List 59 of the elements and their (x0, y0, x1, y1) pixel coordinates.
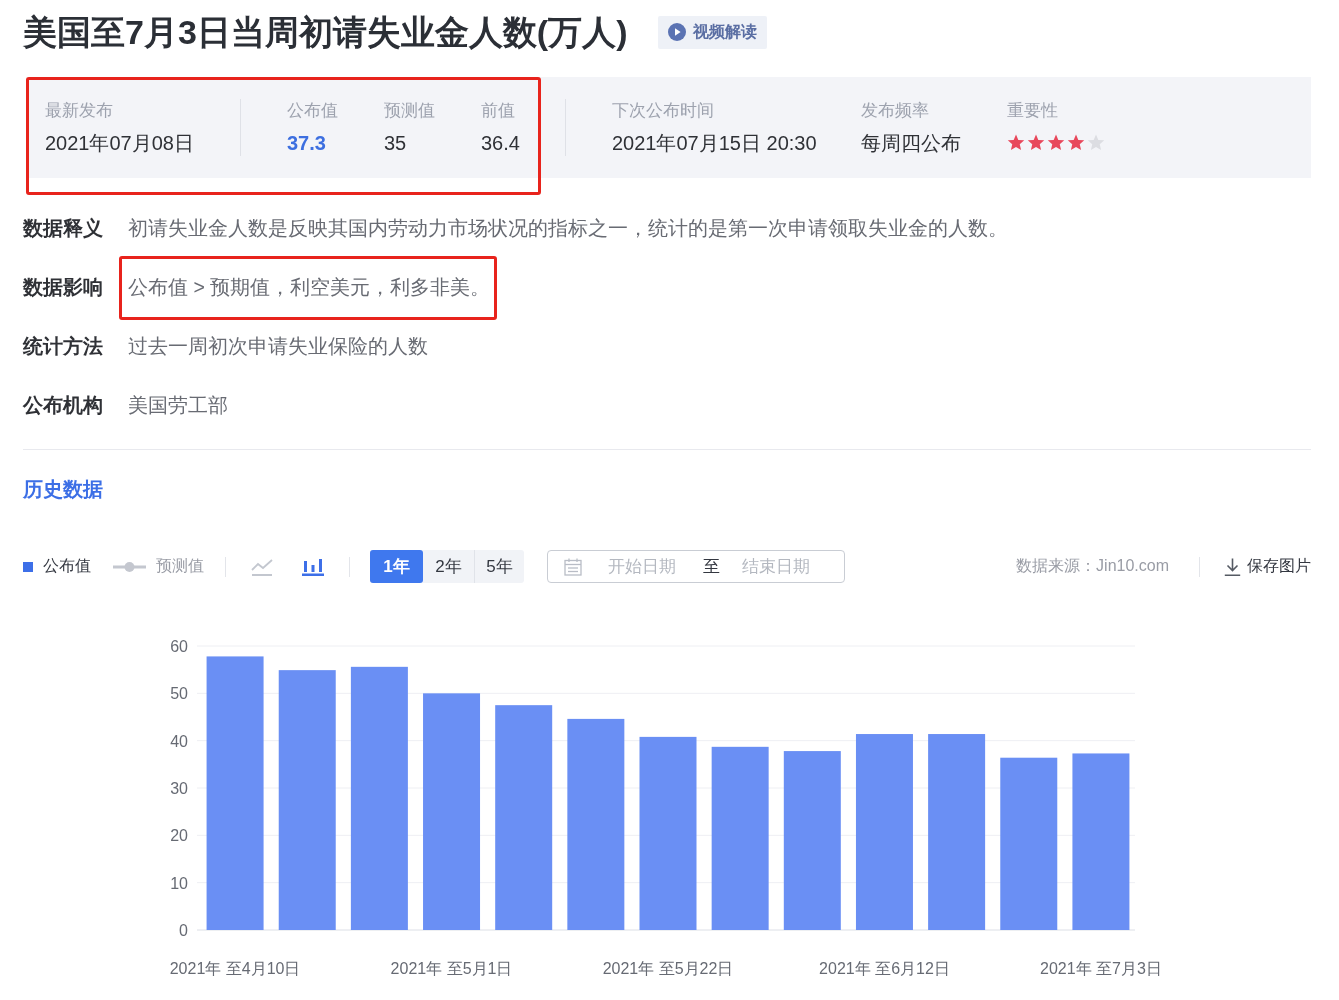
star-icon (1027, 134, 1045, 151)
axis-label: 2021年 至5月22日 (602, 960, 734, 977)
date-range-picker[interactable]: 开始日期 至 结束日期 (547, 550, 845, 583)
axis-label: 2021年 至6月12日 (819, 960, 950, 977)
detail-value: 过去一周初次申请失业保险的人数 (128, 333, 428, 358)
info-label: 重要性 (1007, 100, 1059, 121)
download-icon (1224, 557, 1241, 576)
video-button[interactable]: 视频解读 (658, 15, 768, 49)
axis-label: 40 (170, 732, 188, 750)
info-value: 2021年07月15日 20:30 (612, 130, 818, 155)
axis-label: 20 (170, 827, 188, 845)
star-icon (1067, 134, 1085, 151)
end-date-field[interactable]: 结束日期 (742, 556, 814, 577)
info-label: 下次公布时间 (612, 100, 715, 121)
star-icon (1047, 134, 1065, 151)
bar-chart-icon (302, 557, 324, 576)
legend-item[interactable]: 公布值 (23, 556, 91, 577)
axis-label: 2021年 至4月10日 (169, 960, 301, 977)
legend-swatch-icon (23, 561, 33, 572)
info-value: 每周四公布 (861, 130, 962, 155)
detail-label: 统计方法 (23, 333, 104, 358)
section-title: 历史数据 (23, 477, 104, 501)
range-tab[interactable]: 1年 (370, 550, 423, 583)
info-label: 预测值 (384, 100, 436, 121)
data-source: 数据来源：Jin10.com (1016, 556, 1169, 576)
detail-label: 数据影响 (23, 274, 104, 299)
axis-label: 10 (170, 874, 188, 892)
axis-label: 50 (170, 685, 188, 703)
axis-label: 2021年 至5月1日 (390, 960, 513, 977)
line-chart-icon (251, 557, 273, 576)
detail-label: 公布机构 (23, 392, 104, 417)
legend-line-icon (113, 560, 146, 573)
start-date-field[interactable]: 开始日期 (608, 556, 680, 577)
detail-value: 公布值 > 预期值，利空美元，利多非美。 (128, 274, 491, 299)
page-title: 美国至7月3日当周初请失业金人数(万人) (23, 14, 628, 50)
axis-label: 30 (170, 780, 188, 797)
range-tab[interactable]: 5年 (474, 550, 524, 583)
detail-value: 美国劳工部 (128, 392, 228, 417)
axis-label: 2021年 至7月3日 (1040, 960, 1162, 977)
info-value: 37.3 (287, 130, 327, 155)
axis-label: 60 (170, 638, 188, 655)
detail-value: 初请失业金人数是反映其国内劳动力市场状况的指标之一，统计的是第一次申请领取失业金的人数。 (128, 215, 1008, 240)
calendar-icon (564, 557, 582, 576)
axis-label: 0 (179, 922, 188, 939)
star-icon (1007, 134, 1025, 151)
bar-chart-toggle[interactable] (302, 557, 324, 576)
range-tab[interactable]: 2年 (423, 550, 474, 583)
line-chart-toggle[interactable] (251, 557, 273, 576)
play-icon (668, 23, 687, 41)
info-label: 最新发布 (45, 100, 114, 121)
save-image-button[interactable]: 保存图片 (1224, 556, 1311, 577)
info-label: 公布值 (287, 100, 339, 121)
info-label: 前值 (481, 100, 516, 121)
detail-label: 数据释义 (23, 215, 104, 240)
date-separator: 至 (703, 556, 720, 578)
info-value: 2021年07月08日 (45, 130, 195, 155)
info-label: 发布频率 (861, 100, 930, 121)
info-value: 35 (384, 130, 408, 155)
info-value: 36.4 (481, 130, 521, 155)
